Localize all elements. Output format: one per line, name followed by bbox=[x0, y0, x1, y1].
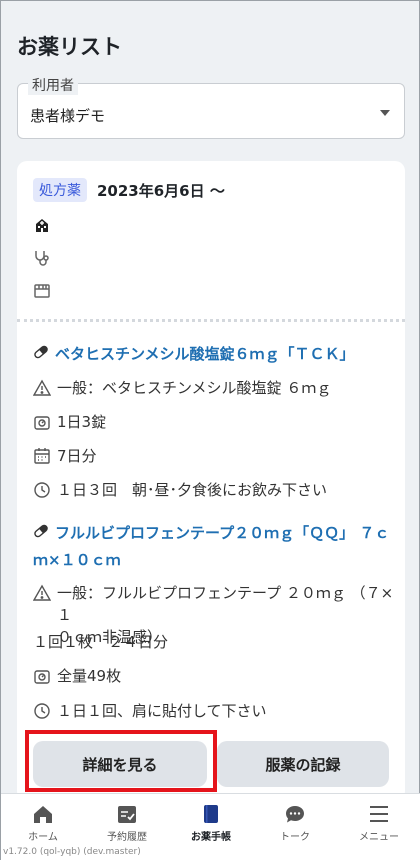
calendar-check-icon bbox=[118, 806, 136, 823]
calendar-icon bbox=[34, 448, 50, 464]
pill-icon bbox=[33, 342, 49, 368]
medication-record-button[interactable]: 服薬の記録 bbox=[217, 741, 389, 787]
dropdown-caret-icon bbox=[380, 110, 390, 116]
usage-instructions: １日１回、肩に貼付して下さい bbox=[33, 700, 267, 722]
drug-name-link[interactable]: フルルビプロフェンテープ２０ｍｇ「ＱＱ」 ７ｃ ｍ×１０ｃｍ bbox=[33, 520, 389, 573]
user-select[interactable]: 利用者 患者様デモ bbox=[17, 75, 405, 139]
days-supply: 7日分 bbox=[33, 445, 97, 467]
medicine-notebook-icon bbox=[204, 805, 218, 823]
dose-and-days: １回１枚 ２４日分 bbox=[33, 633, 169, 651]
scale-icon bbox=[34, 670, 50, 684]
clock-icon bbox=[34, 482, 50, 498]
page-title: お薬リスト bbox=[17, 35, 122, 59]
tab-menu[interactable]: メニュー bbox=[337, 804, 420, 843]
prescription-header: 処方薬 2023年6月6日 〜 bbox=[33, 178, 225, 202]
pill-icon bbox=[33, 521, 49, 547]
version-label: v1.72.0 (qol-yqb) (dev.master) bbox=[3, 847, 141, 857]
tab-reservation-history[interactable]: 予約履歴 bbox=[85, 804, 169, 843]
warning-icon bbox=[33, 584, 51, 601]
user-select-label: 利用者 bbox=[28, 75, 78, 95]
prescription-badge: 処方薬 bbox=[33, 178, 87, 202]
prescription-date: 2023年6月6日 〜 bbox=[97, 181, 225, 200]
pharmacy-icon bbox=[33, 282, 53, 302]
chat-icon bbox=[286, 806, 304, 823]
menu-icon bbox=[370, 806, 388, 822]
tab-talk[interactable]: トーク bbox=[253, 804, 337, 843]
hospital-icon bbox=[33, 216, 53, 236]
home-icon bbox=[34, 806, 52, 823]
daily-dose: 1日3錠 bbox=[33, 411, 106, 433]
drug-name-link[interactable]: ベタヒスチンメシル酸塩錠６ｍｇ「ＴＣＫ」 bbox=[33, 341, 355, 368]
stethoscope-icon bbox=[33, 249, 53, 269]
user-select-value: 患者様デモ bbox=[30, 107, 106, 125]
warning-icon bbox=[33, 379, 51, 396]
total-amount: 全量49枚 bbox=[33, 665, 121, 687]
scale-icon bbox=[34, 416, 50, 430]
highlight-annotation bbox=[25, 730, 217, 792]
usage-instructions: １日３回 朝･昼･夕食後にお飲み下さい bbox=[33, 479, 327, 501]
prescription-card: 処方薬 2023年6月6日 〜 ベタヒスチンメシル酸塩錠６ｍｇ「ＴＣＫ」 一般：… bbox=[17, 161, 405, 801]
tab-home[interactable]: ホーム bbox=[1, 804, 85, 843]
section-divider bbox=[17, 319, 405, 322]
clock-icon bbox=[34, 703, 50, 719]
tab-medicine-notebook[interactable]: お薬手帳 bbox=[169, 804, 253, 843]
generic-name: 一般：ベタヒスチンメシル酸塩錠 ６ｍｇ bbox=[33, 377, 331, 399]
